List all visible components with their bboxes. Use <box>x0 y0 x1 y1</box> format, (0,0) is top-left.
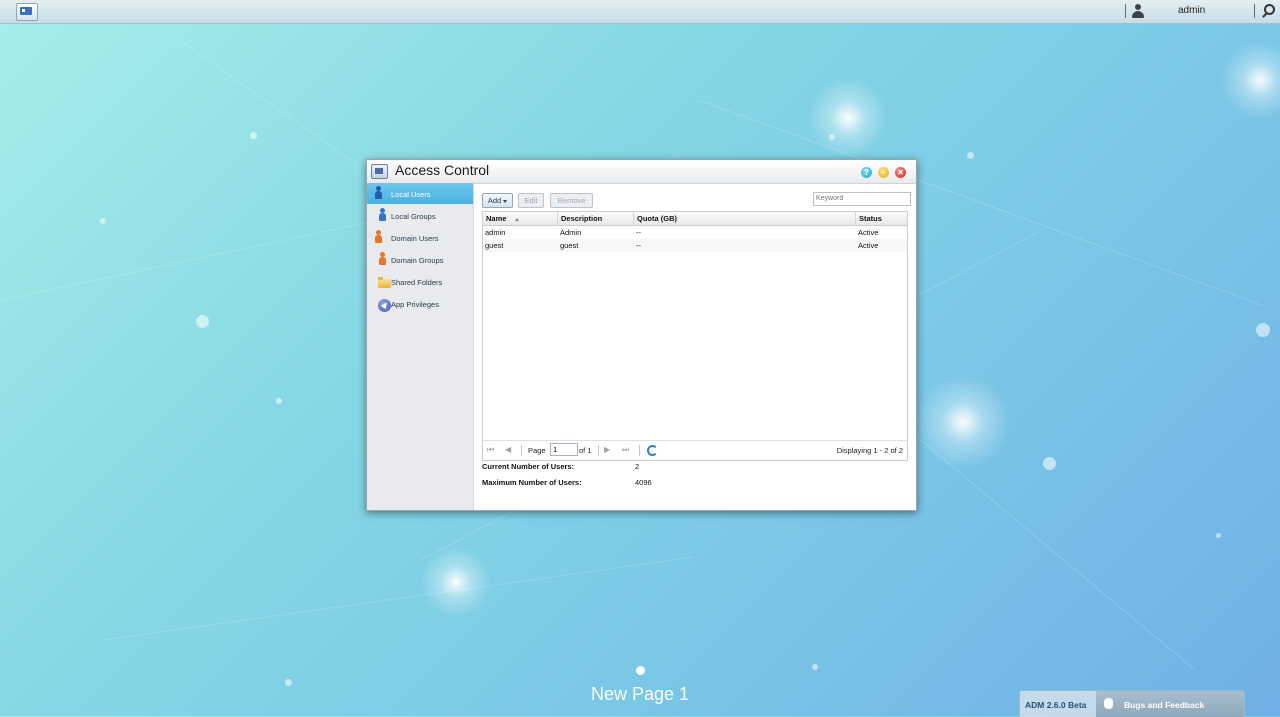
rocket-icon <box>373 296 391 312</box>
window-titlebar[interactable]: Access Control ? – ✕ <box>367 160 916 184</box>
sidebar-item-shared-folders[interactable]: Shared Folders <box>367 271 473 292</box>
pagination-bar: ⏮ ◀ Page of 1 ▶ ⏭ Displaying 1 - 2 of 2 <box>483 440 907 461</box>
divider <box>598 445 599 456</box>
cell-quota: -- <box>636 228 641 237</box>
feedback-label: Bugs and Feedback <box>1124 700 1205 710</box>
column-header-quota[interactable]: Quota (GB) <box>634 212 856 225</box>
bug-icon <box>1104 698 1113 709</box>
keyword-search-input[interactable] <box>813 192 911 206</box>
sidebar-item-label: Local Users <box>391 190 431 199</box>
cell-status: Active <box>858 228 879 237</box>
divider <box>1254 4 1255 18</box>
column-header-status[interactable]: Status <box>856 212 907 225</box>
current-users-value: 2 <box>635 462 640 471</box>
access-control-app-icon <box>371 164 388 179</box>
page-total-label: of 1 <box>579 446 592 455</box>
sidebar-item-label: Local Groups <box>391 212 436 221</box>
desktop-home-button[interactable] <box>16 3 38 21</box>
column-header-name[interactable]: Name <box>483 212 558 225</box>
sort-ascending-icon <box>515 217 520 221</box>
cell-name: guest <box>485 241 504 250</box>
app-window-icon <box>20 7 32 15</box>
sidebar-item-local-groups[interactable]: Local Groups <box>367 205 473 226</box>
current-users-label: Current Number of Users: <box>482 462 575 471</box>
divider <box>639 445 640 456</box>
next-page-icon[interactable]: ▶ <box>604 446 612 454</box>
previous-page-icon[interactable]: ◀ <box>505 446 513 454</box>
user-icon[interactable] <box>1130 3 1146 19</box>
top-bar: admin <box>0 0 1280 24</box>
refresh-icon[interactable] <box>646 444 658 456</box>
sidebar-item-domain-groups[interactable]: Domain Groups <box>367 249 473 270</box>
page-label: Page <box>528 446 546 455</box>
edit-button[interactable]: Edit <box>518 193 544 208</box>
feedback-button[interactable]: Bugs and Feedback <box>1096 691 1244 717</box>
domain-user-icon <box>373 230 385 244</box>
cell-status: Active <box>858 241 879 250</box>
sidebar-item-domain-users[interactable]: Domain Users <box>367 227 473 248</box>
cell-name: admin <box>485 228 506 237</box>
username-label[interactable]: admin <box>1178 5 1205 16</box>
minimize-button[interactable]: – <box>878 167 889 178</box>
page-indicator-dot[interactable] <box>636 666 645 675</box>
table-row[interactable]: guest guest -- Active <box>483 239 907 252</box>
divider <box>1125 4 1126 18</box>
max-users-label: Maximum Number of Users: <box>482 478 582 487</box>
first-page-icon[interactable]: ⏮ <box>487 446 495 454</box>
sidebar-item-label: App Privileges <box>391 300 439 309</box>
table-header: Name Description Quota (GB) Status <box>483 212 907 226</box>
cell-description: Admin <box>560 228 582 237</box>
version-label: ADM 2.6.0 Beta <box>1025 700 1087 710</box>
column-header-description[interactable]: Description <box>558 212 634 225</box>
page-title: New Page 1 <box>590 684 690 704</box>
sidebar: Local Users Local Groups Domain Users Do… <box>367 183 474 510</box>
sidebar-item-label: Shared Folders <box>391 278 443 287</box>
help-button[interactable]: ? <box>861 167 872 178</box>
access-control-window: Access Control ? – ✕ Local Users Local G… <box>366 159 917 511</box>
table-row[interactable]: admin Admin -- Active <box>483 226 907 239</box>
sidebar-item-local-users[interactable]: Local Users <box>367 183 473 204</box>
add-button[interactable]: Add <box>482 193 513 208</box>
chevron-down-icon <box>503 199 508 203</box>
divider <box>521 445 522 456</box>
person-icon <box>373 186 385 200</box>
last-page-icon[interactable]: ⏭ <box>622 446 630 454</box>
sidebar-item-label: Domain Users <box>391 234 439 243</box>
domain-group-icon <box>373 252 386 266</box>
sidebar-item-label: Domain Groups <box>391 256 444 265</box>
cell-description: guest <box>560 241 579 250</box>
page-number-input[interactable] <box>550 443 578 456</box>
add-button-label: Add <box>487 196 502 205</box>
window-title: Access Control <box>395 162 490 178</box>
search-icon[interactable] <box>1259 3 1275 19</box>
folder-icon <box>373 274 391 288</box>
users-table: Name Description Quota (GB) Status admin… <box>482 211 908 461</box>
group-icon <box>373 208 386 222</box>
cell-quota: -- <box>636 241 641 250</box>
displaying-count: Displaying 1 - 2 of 2 <box>836 446 903 455</box>
remove-button[interactable]: Remove <box>550 193 593 208</box>
footer-bar: ADM 2.6.0 Beta Bugs and Feedback <box>1019 690 1245 717</box>
max-users-value: 4096 <box>635 478 652 487</box>
sidebar-item-app-privileges[interactable]: App Privileges <box>367 293 473 314</box>
close-button[interactable]: ✕ <box>895 167 906 178</box>
